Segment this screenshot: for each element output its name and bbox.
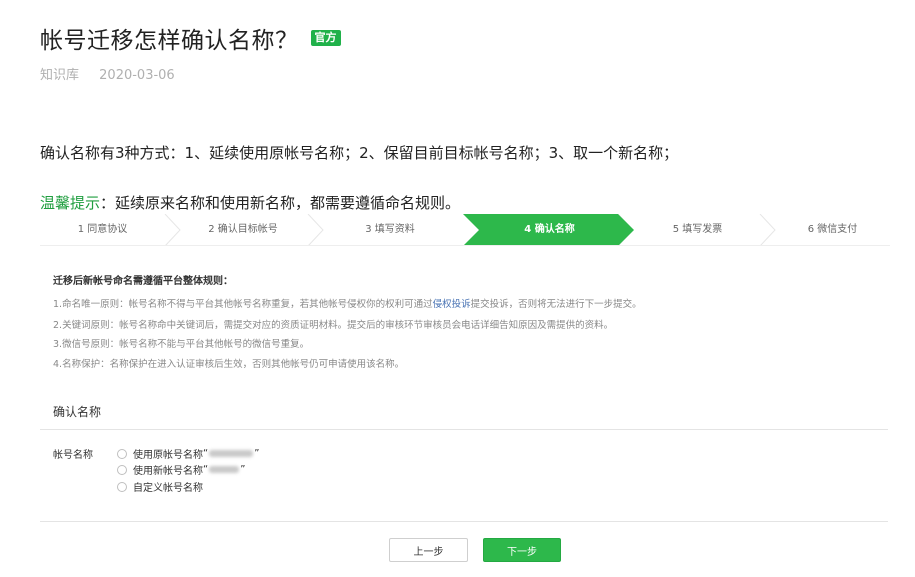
redacted-new-name xyxy=(209,466,240,473)
option-original-name[interactable]: 使用原帐号名称 “ ” xyxy=(117,446,259,461)
next-step-button[interactable]: 下一步 xyxy=(483,538,561,562)
radio-new-name[interactable] xyxy=(117,464,127,475)
tip-text: 温馨提示：延续原来名称和使用新名称，都需要遵循命名规则。 xyxy=(40,192,460,213)
option-new-label: 使用新帐号名称 xyxy=(133,466,203,477)
rule-2: 2.关键词原则：帐号名称命中关键词后，需提交对应的资质证明材料。提交后的审核环节… xyxy=(53,320,614,331)
quote-close: ” xyxy=(254,448,260,459)
official-badge: 官方 xyxy=(310,30,341,46)
category-link[interactable]: 知识库 xyxy=(40,68,79,83)
publish-date: 2020-03-06 xyxy=(99,68,175,83)
article-meta: 知识库 2020-03-06 xyxy=(40,64,175,83)
infringement-complaint-link[interactable]: 侵权投诉 xyxy=(433,299,471,310)
radio-original-name[interactable] xyxy=(117,448,127,459)
step-2: 2 确认目标帐号 xyxy=(208,224,278,235)
radio-custom-name[interactable] xyxy=(117,481,127,492)
quote-open: “ xyxy=(203,464,209,475)
footer-divider xyxy=(40,521,888,522)
confirm-name-heading: 确认名称 xyxy=(53,405,102,419)
article-header: 帐号迁移怎样确认名称？ 官方 xyxy=(40,20,341,56)
step-6: 6 微信支付 xyxy=(807,224,858,235)
intro-text: 确认名称有3种方式：1、延续使用原帐号名称；2、保留目前目标帐号名称；3、取一个… xyxy=(40,144,679,162)
section-divider xyxy=(40,429,888,430)
rule-1: 1.命名唯一原则：帐号名称不得与平台其他帐号名称重复，若其他帐号侵权你的权利可通… xyxy=(53,296,642,310)
rule-4: 4.名称保护：名称保护在进入认证审核后生效，否则其他帐号仍可申请使用该名称。 xyxy=(53,359,405,370)
tip-label: 温馨提示 xyxy=(40,194,101,212)
tip-body: ：延续原来名称和使用新名称，都需要遵循命名规则。 xyxy=(100,194,461,212)
step-3: 3 填写资料 xyxy=(365,224,415,235)
account-name-label: 帐号名称 xyxy=(53,450,93,461)
step-4-active: 4 确认名称 xyxy=(524,224,575,235)
option-original-label: 使用原帐号名称 xyxy=(133,450,203,461)
quote-close: ” xyxy=(240,464,246,475)
option-custom-name[interactable]: 自定义帐号名称 xyxy=(117,479,203,494)
page-title: 帐号迁移怎样确认名称？ xyxy=(40,28,299,54)
rules-title: 迁移后新帐号命名需遵循平台整体规则： xyxy=(53,276,233,287)
option-custom-label: 自定义帐号名称 xyxy=(133,483,203,494)
step-5: 5 填写发票 xyxy=(672,224,723,235)
step-1: 1 同意协议 xyxy=(77,224,128,235)
rule-1-text-after: 提交投诉，否则将无法进行下一步提交。 xyxy=(470,299,642,310)
option-new-name[interactable]: 使用新帐号名称 “ ” xyxy=(117,462,245,477)
rule-3: 3.微信号原则：帐号名称不能与平台其他帐号的微信号重复。 xyxy=(53,339,310,350)
progress-steps: 1 同意协议 2 确认目标帐号 3 填写资料 4 确认名称 5 填写发票 6 微… xyxy=(40,214,890,246)
previous-step-button[interactable]: 上一步 xyxy=(389,538,468,562)
redacted-original-name xyxy=(209,450,254,457)
rule-1-text-before: 1.命名唯一原则：帐号名称不得与平台其他帐号名称重复，若其他帐号侵权你的权利可通… xyxy=(53,299,433,310)
quote-open: “ xyxy=(203,448,209,459)
